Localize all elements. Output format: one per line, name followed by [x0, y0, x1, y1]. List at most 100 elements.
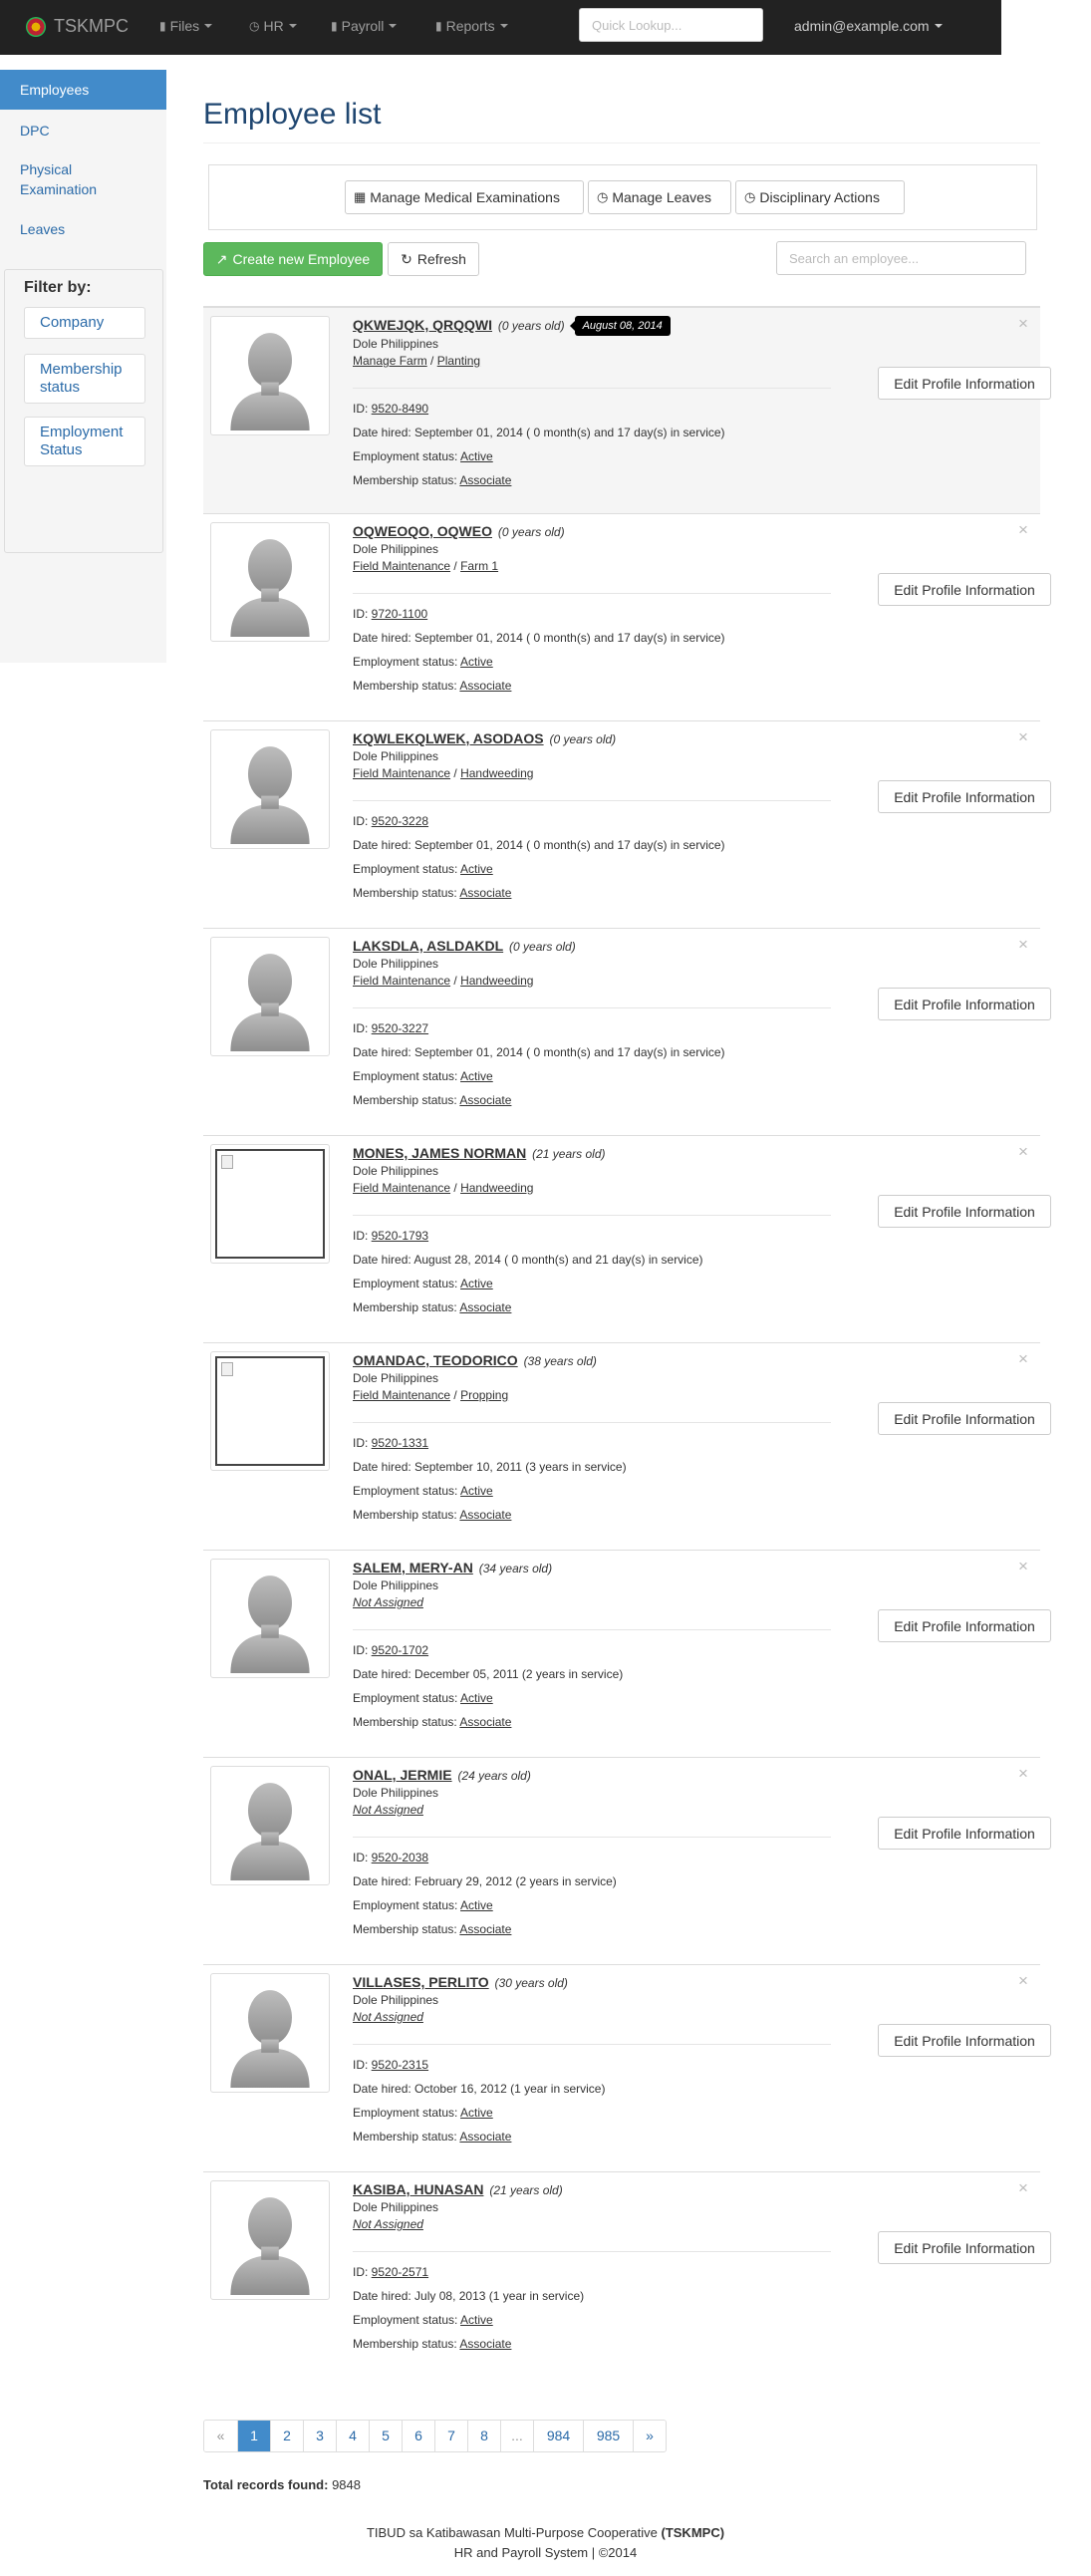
employee-name-link[interactable]: KQWLEKQLWEK, ASODAOS [353, 730, 544, 746]
user-menu[interactable]: admin@example.com [794, 18, 943, 34]
employee-name-link[interactable]: OQWEOQO, OQWEO [353, 523, 492, 539]
employee-id-link[interactable]: 9520-1331 [372, 1436, 428, 1450]
filter-employment-status-button[interactable]: Employment Status [24, 417, 145, 466]
membership-status-link[interactable]: Associate [459, 1300, 511, 1314]
edit-profile-button[interactable]: Edit Profile Information [878, 573, 1051, 606]
employee-photo[interactable] [210, 1144, 330, 1264]
employee-id-link[interactable]: 9520-3227 [372, 1021, 428, 1035]
refresh-button[interactable]: ↻ Refresh [388, 242, 479, 276]
menu-reports[interactable]: ▮ Reports [435, 18, 508, 34]
pagination-page[interactable]: 7 [434, 2421, 467, 2451]
close-icon[interactable]: × [1018, 2179, 1028, 2196]
employment-status-link[interactable]: Active [460, 1898, 493, 1912]
employment-status-link[interactable]: Active [460, 2313, 493, 2327]
pagination-page[interactable]: 1 [237, 2421, 270, 2451]
employee-id-link[interactable]: 9520-3228 [372, 814, 428, 828]
employee-name-link[interactable]: ONAL, JERMIE [353, 1767, 452, 1783]
department-link[interactable]: Field Maintenance [353, 766, 450, 780]
department-link[interactable]: Field Maintenance [353, 1388, 450, 1402]
brand[interactable]: TSKMPC [26, 16, 129, 37]
employee-photo[interactable] [210, 1351, 330, 1471]
employee-name-link[interactable]: MONES, JAMES NORMAN [353, 1145, 526, 1161]
employee-id-link[interactable]: 9720-1100 [372, 607, 428, 621]
sidebar-item-employees[interactable]: Employees [0, 70, 166, 110]
employment-status-link[interactable]: Active [460, 449, 493, 463]
sidebar-item-physical-examination[interactable]: Physical Examination [0, 159, 130, 199]
close-icon[interactable]: × [1018, 521, 1028, 538]
membership-status-link[interactable]: Associate [459, 473, 511, 487]
manage-medical-examinations-button[interactable]: ▦ Manage Medical Examinations [345, 180, 584, 214]
membership-status-link[interactable]: Associate [459, 1093, 511, 1107]
filter-membership-status-button[interactable]: Membership status [24, 354, 145, 404]
employment-status-link[interactable]: Active [460, 1484, 493, 1498]
pagination-page[interactable]: 984 [533, 2421, 583, 2451]
pagination-page[interactable]: 985 [583, 2421, 633, 2451]
employee-id-link[interactable]: 9520-2571 [372, 2265, 428, 2279]
membership-status-link[interactable]: Associate [459, 679, 511, 693]
menu-files[interactable]: ▮ Files [159, 18, 213, 34]
employee-photo[interactable] [210, 2180, 330, 2300]
section-link[interactable]: Handweeding [460, 974, 533, 988]
edit-profile-button[interactable]: Edit Profile Information [878, 780, 1051, 813]
edit-profile-button[interactable]: Edit Profile Information [878, 988, 1051, 1020]
close-icon[interactable]: × [1018, 1765, 1028, 1782]
edit-profile-button[interactable]: Edit Profile Information [878, 1402, 1051, 1435]
employee-id-link[interactable]: 9520-1793 [372, 1229, 428, 1243]
manage-leaves-button[interactable]: ◷ Manage Leaves [588, 180, 731, 214]
employee-name-link[interactable]: QKWEJQK, QRQQWI [353, 317, 492, 333]
close-icon[interactable]: × [1018, 1972, 1028, 1989]
membership-status-link[interactable]: Associate [459, 1508, 511, 1522]
close-icon[interactable]: × [1018, 315, 1028, 332]
membership-status-link[interactable]: Associate [459, 1922, 511, 1936]
pagination-page[interactable]: 6 [402, 2421, 434, 2451]
employment-status-link[interactable]: Active [460, 2106, 493, 2120]
sidebar-item-dpc[interactable]: DPC [0, 121, 166, 141]
create-employee-button[interactable]: ↗ Create new Employee [203, 242, 383, 276]
employee-name-link[interactable]: VILLASES, PERLITO [353, 1974, 489, 1990]
employee-name-link[interactable]: KASIBA, HUNASAN [353, 2181, 483, 2197]
employee-name-link[interactable]: LAKSDLA, ASLDAKDL [353, 938, 503, 954]
close-icon[interactable]: × [1018, 1143, 1028, 1160]
employment-status-link[interactable]: Active [460, 655, 493, 669]
membership-status-link[interactable]: Associate [459, 886, 511, 900]
section-link[interactable]: Farm 1 [460, 559, 498, 573]
pagination-next[interactable]: » [633, 2421, 666, 2451]
employee-photo[interactable] [210, 522, 330, 642]
menu-payroll[interactable]: ▮ Payroll [331, 18, 398, 34]
pagination-page[interactable]: 2 [270, 2421, 303, 2451]
close-icon[interactable]: × [1018, 936, 1028, 953]
department-link[interactable]: Manage Farm [353, 354, 427, 368]
employee-name-link[interactable]: SALEM, MERY-AN [353, 1560, 473, 1575]
department-link[interactable]: Field Maintenance [353, 1181, 450, 1195]
close-icon[interactable]: × [1018, 1558, 1028, 1574]
menu-hr[interactable]: ◷ HR [249, 18, 297, 34]
membership-status-link[interactable]: Associate [459, 2337, 511, 2351]
pagination-page[interactable]: 8 [467, 2421, 500, 2451]
edit-profile-button[interactable]: Edit Profile Information [878, 1195, 1051, 1228]
filter-company-button[interactable]: Company [24, 307, 145, 339]
section-link[interactable]: Handweeding [460, 766, 533, 780]
department-link[interactable]: Field Maintenance [353, 559, 450, 573]
employee-search-input[interactable] [776, 241, 1026, 275]
employee-photo[interactable] [210, 316, 330, 435]
employee-id-link[interactable]: 9520-1702 [372, 1643, 428, 1657]
employee-photo[interactable] [210, 937, 330, 1056]
section-link[interactable]: Planting [437, 354, 480, 368]
employment-status-link[interactable]: Active [460, 1691, 493, 1705]
employment-status-link[interactable]: Active [460, 1069, 493, 1083]
quick-lookup-input[interactable] [579, 8, 763, 42]
employment-status-link[interactable]: Active [460, 1277, 493, 1290]
section-link[interactable]: Handweeding [460, 1181, 533, 1195]
employee-photo[interactable] [210, 1973, 330, 2093]
employee-id-link[interactable]: 9520-8490 [372, 402, 428, 416]
employee-photo[interactable] [210, 1766, 330, 1885]
section-link[interactable]: Propping [460, 1388, 508, 1402]
sidebar-item-leaves[interactable]: Leaves [0, 219, 166, 239]
employee-name-link[interactable]: OMANDAC, TEODORICO [353, 1352, 518, 1368]
edit-profile-button[interactable]: Edit Profile Information [878, 1609, 1051, 1642]
membership-status-link[interactable]: Associate [459, 1715, 511, 1729]
edit-profile-button[interactable]: Edit Profile Information [878, 2024, 1051, 2057]
employee-id-link[interactable]: 9520-2315 [372, 2058, 428, 2072]
disciplinary-actions-button[interactable]: ◷ Disciplinary Actions [735, 180, 905, 214]
pagination-page[interactable]: 5 [369, 2421, 402, 2451]
